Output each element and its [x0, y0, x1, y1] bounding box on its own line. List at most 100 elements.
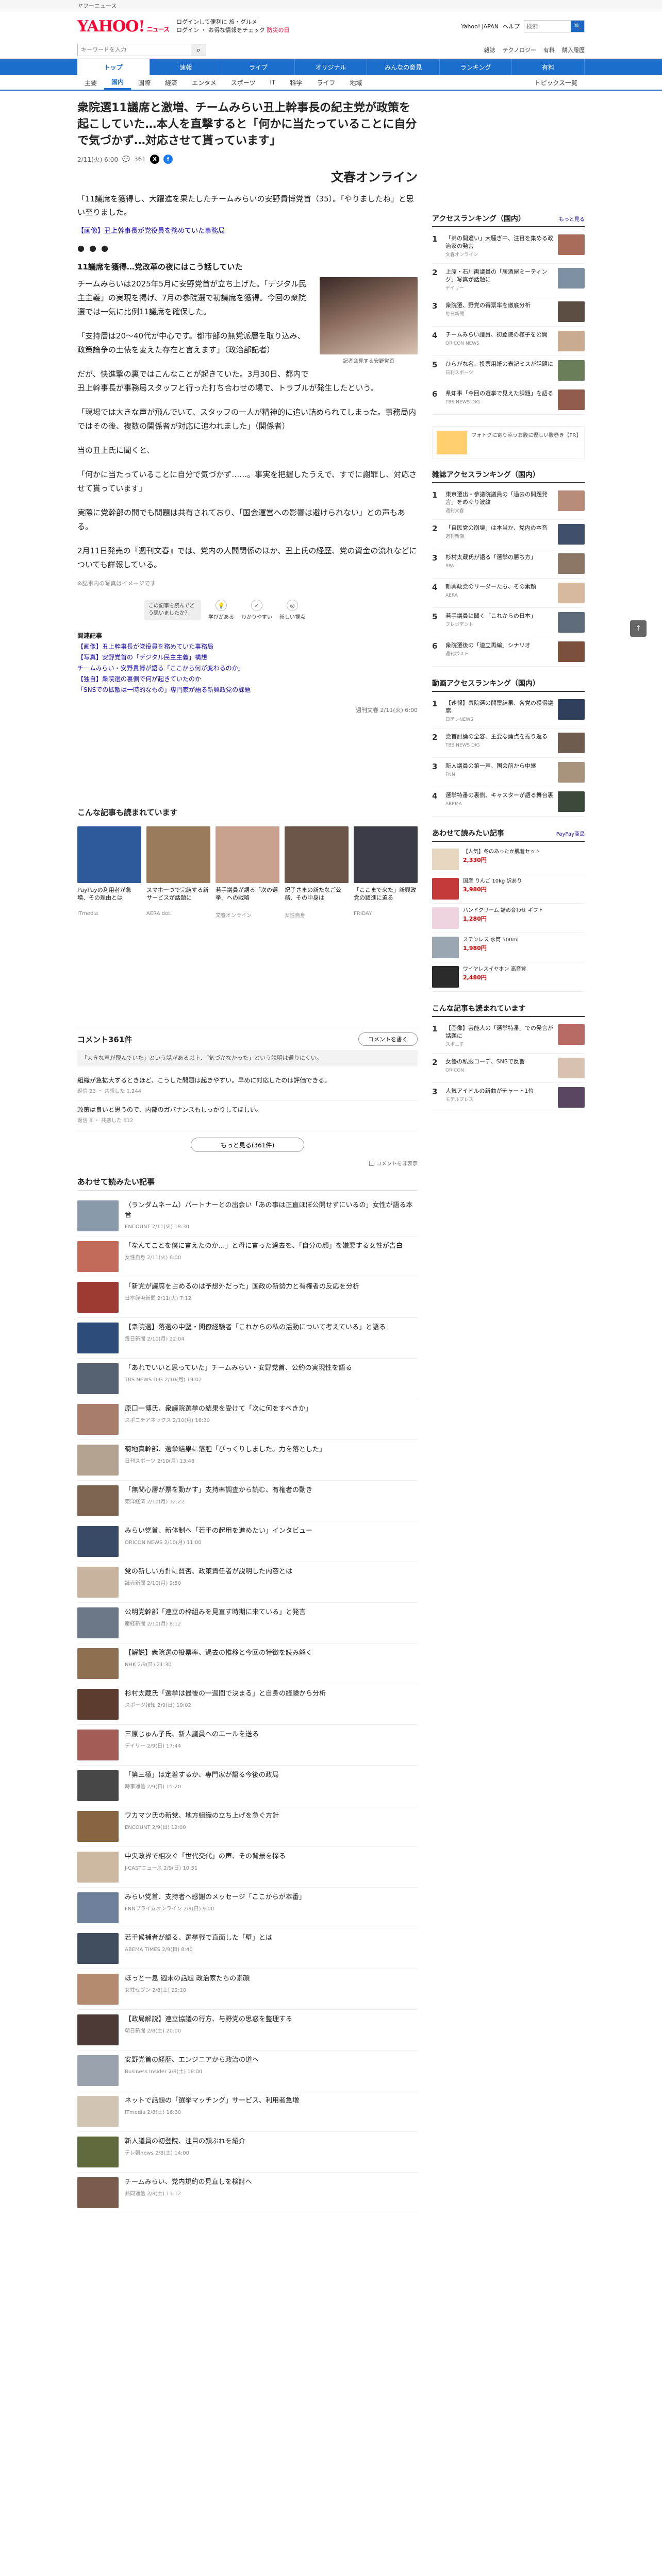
list-item[interactable]: 原口一博氏、衆議院選挙の結果を受けて「次に何をすべきか」 スポニチアネックス 2/…: [77, 1399, 418, 1440]
utility-link[interactable]: 雑誌: [484, 46, 495, 54]
shop-item[interactable]: ワイヤレスイヤホン 高音質 2,480円: [432, 962, 585, 992]
write-comment-button[interactable]: コメントを書く: [358, 1032, 418, 1046]
category-tab[interactable]: 国際: [131, 75, 158, 90]
list-item[interactable]: 菊地真幹部、選挙結果に落胆「びっくりしました。力を落とした」 日刊スポーツ 2/1…: [77, 1440, 418, 1481]
list-item[interactable]: 安野党首の経歴、エンジニアから政治の道へ Business Insider 2/8…: [77, 2050, 418, 2091]
ranking-item[interactable]: 4 チームみらい議員、初登院の様子を公開 ORICON NEWS: [432, 327, 585, 356]
ranking-item[interactable]: 1 「弟の間違い」大騒ぎ中、注目を集める政治家の発言 文春オンライン: [432, 230, 585, 264]
shop-item[interactable]: ステンレス 水筒 500ml 1,980円: [432, 933, 585, 962]
header-search-button[interactable]: 🔍: [571, 21, 584, 32]
article-card[interactable]: PayPayの利用者が急増、その理由とは ITmedia: [77, 826, 141, 919]
ranking-item[interactable]: 4 選挙特番の裏側、キャスターが語る舞台裏 ABEMA: [432, 787, 585, 817]
article-card[interactable]: スマホ一つで完結する新サービスが話題に AERA dot.: [146, 826, 210, 919]
list-item[interactable]: 杉村太蔵氏「選挙は最後の一週間で決まる」と自身の経験から分析 スポーツ報知 2/9…: [77, 1684, 418, 1725]
list-item[interactable]: チームみらい、党内規約の見直しを検討へ 共同通信 2/8(土) 11:12: [77, 2173, 418, 2213]
list-item[interactable]: 「なんてことを僕に言えたのか…」と母に言った過去を、「自分の顔」を嫌悪する女性が…: [77, 1236, 418, 1277]
comment-count[interactable]: 361: [134, 156, 146, 163]
ranking-item[interactable]: 6 県知事「今回の選挙で見えた課題」を語る TBS NEWS DIG: [432, 385, 585, 415]
list-item[interactable]: 中央政界で相次ぐ「世代交代」の声、その背景を探る J-CASTニュース 2/9(日…: [77, 1847, 418, 1888]
header-search-input[interactable]: [524, 21, 571, 32]
help-link[interactable]: ヘルプ: [503, 22, 520, 30]
list-item[interactable]: ネットで話題の「選挙マッチング」サービス、利用者急増 ITmedia 2/8(土)…: [77, 2091, 418, 2132]
ranking-item[interactable]: 3 新人議員の第一声、国会前から中継 FNN: [432, 758, 585, 787]
ranking-item[interactable]: 3 人気アイドルの新曲がチャート1位 モデルプレス: [432, 1083, 585, 1112]
publisher-logo[interactable]: 文春オンライン: [77, 167, 418, 185]
ranking-item[interactable]: 5 ひらがな名、投票用紙の表記ミスが話題に 日刊スポーツ: [432, 356, 585, 385]
ranking-item[interactable]: 2 「自民党の崩壊」は本当か、党内の本音 週刊新潮: [432, 520, 585, 549]
header-red-link[interactable]: 防災の日: [267, 27, 289, 33]
ranking-item[interactable]: 6 衆院選後の「連立再編」シナリオ 週刊ポスト: [432, 637, 585, 667]
list-item[interactable]: 【衆院選】落選の中堅・閣僚経験者「これからの私の活動について考えている」と語る毎…: [77, 1318, 418, 1359]
ranking-item[interactable]: 2 女優の私服コーデ、SNSで反響 ORICON: [432, 1054, 585, 1083]
ranking-item[interactable]: 1 【速報】衆院選の開票結果、各党の獲得議席 日テレNEWS: [432, 695, 585, 728]
related-link[interactable]: チームみらい・安野貴博が語る「ここから何が変わるのか」: [77, 663, 418, 674]
article-card[interactable]: 紀子さまの新たなご公務、その中身は 女性自身: [285, 826, 349, 919]
shop-item[interactable]: ハンドクリーム 詰め合わせ ギフト 1,280円: [432, 904, 585, 933]
header-link-line2[interactable]: ログイン ・ お得な情報をチェック: [176, 27, 265, 33]
category-tab[interactable]: 地域: [342, 75, 369, 90]
category-tab[interactable]: 主要: [77, 75, 104, 90]
list-item[interactable]: 三原じゅん子氏、新人議員へのエールを送る デイリー 2/9(日) 17:44: [77, 1725, 418, 1766]
list-item[interactable]: 新人議員の初登院、注目の顔ぶれを紹介 テレ朝news 2/8(土) 14:00: [77, 2132, 418, 2173]
list-item[interactable]: 【政局解説】連立協議の行方、与野党の思惑を整理する 朝日新聞 2/8(土) 20:…: [77, 2010, 418, 2050]
topics-list-link[interactable]: トピックス一覧: [527, 75, 585, 90]
nav-tab[interactable]: 有料: [512, 59, 585, 75]
ranking-item[interactable]: 3 衆院選、野党の得票率を徹底分析 毎日新聞: [432, 297, 585, 327]
nav-tab[interactable]: みんなの意見: [367, 59, 440, 75]
nav-tab[interactable]: オリジナル: [295, 59, 368, 75]
news-search-input[interactable]: [78, 44, 191, 56]
shop-item[interactable]: 国産 りんご 10kg 訳あり 3,980円: [432, 874, 585, 904]
facebook-share-icon[interactable]: f: [163, 155, 173, 164]
ranking-item[interactable]: 3 杉村太蔵氏が語る「選挙の勝ち方」 SPA!: [432, 549, 585, 579]
related-link[interactable]: 【画像】丑上幹事長が党役員を務めていた事務局: [77, 641, 418, 652]
checkbox-icon[interactable]: [369, 1160, 374, 1166]
list-item[interactable]: 【解説】衆院選の投票率、過去の推移と今回の特徴を読み解く NHK 2/9(日) 2…: [77, 1643, 418, 1684]
list-item[interactable]: 若手候補者が語る、選挙戦で直面した「壁」とは ABEMA TIMES 2/9(日)…: [77, 1928, 418, 1969]
more-comments-button[interactable]: もっと見る(361件): [191, 1138, 304, 1152]
article-photo[interactable]: [320, 277, 418, 354]
category-tab[interactable]: 経済: [158, 75, 185, 90]
related-link[interactable]: 【写真】安野党首の「デジタル民主主義」構想: [77, 652, 418, 663]
list-item[interactable]: 「無関心層が票を動かす」支持率調査から読む、有権者の動き 東洋経済 2/10(月)…: [77, 1481, 418, 1521]
search-icon[interactable]: ⌕: [191, 44, 206, 56]
list-item[interactable]: （ランダムネーム）パートナーとの出会い「あの事は正直ほぼ公開せずにいるの」女性が…: [77, 1196, 418, 1236]
ranking-item[interactable]: 1 【画像】芸能人の「選挙特番」での発言が話題に スポニチ: [432, 1020, 585, 1054]
category-tab[interactable]: IT: [262, 75, 283, 90]
list-item[interactable]: 公明党幹部「連立の枠組みを見直す時期に来ている」と発言 産経新聞 2/10(月) …: [77, 1603, 418, 1643]
category-tab[interactable]: エンタメ: [185, 75, 224, 90]
list-item[interactable]: みらい党首、支持者へ感謝のメッセージ「ここからが本番」 FNNプライムオンライン …: [77, 1888, 418, 1928]
header-link-line1[interactable]: ログインして便利に 旅・グルメ: [176, 18, 454, 26]
list-item[interactable]: 「第三極」は定着するか、専門家が語る今後の政局 時事通信 2/9(日) 15:20: [77, 1766, 418, 1806]
nav-tab[interactable]: ランキング: [440, 59, 512, 75]
article-card[interactable]: 「ここまで来た」新興政党の躍進に迫る FRIDAY: [354, 826, 418, 919]
list-item[interactable]: 党の新しい方針に賛否、政策責任者が説明した内容とは 読売新聞 2/10(月) 9:…: [77, 1562, 418, 1603]
shop-item[interactable]: 【人気】冬のあったか肌着セット 2,330円: [432, 845, 585, 874]
reaction-new[interactable]: ◎ 新しい視点: [279, 600, 305, 620]
access-more-link[interactable]: もっと見る: [559, 215, 585, 223]
nav-tab[interactable]: トップ: [77, 59, 150, 75]
yahoo-news-logo[interactable]: YAHOO! ニュース: [77, 18, 170, 36]
category-tab[interactable]: ライフ: [309, 75, 342, 90]
yahoo-japan-link[interactable]: Yahoo! JAPAN: [461, 23, 499, 30]
ranking-item[interactable]: 4 新興政党のリーダーたち、その素顔 AERA: [432, 579, 585, 608]
ranking-item[interactable]: 1 東京選出・参議院議員の「過去の問題発言」をめぐり波紋 週刊文春: [432, 486, 585, 520]
list-item[interactable]: みらい党首、新体制へ「若手の起用を進めたい」インタビュー ORICON NEWS …: [77, 1521, 418, 1562]
related-image-link[interactable]: 【画像】丑上幹事長が党役員を務めていた事務局: [77, 227, 225, 235]
nav-tab[interactable]: ライブ: [222, 59, 295, 75]
scroll-to-top-button[interactable]: ↑: [630, 620, 647, 637]
related-link[interactable]: 【独自】衆院選の裏側で何が起きていたのか: [77, 674, 418, 685]
ranking-item[interactable]: 5 若手議員に聞く「これからの日本」 プレジデント: [432, 608, 585, 637]
hide-comments-toggle[interactable]: コメントを非表示: [77, 1159, 418, 1167]
related-link[interactable]: 「SNSでの拡散は一時的なもの」専門家が語る新興政党の課題: [77, 685, 418, 696]
x-share-icon[interactable]: X: [150, 155, 159, 164]
article-card[interactable]: 若手議員が語る「次の選挙」への戦略 文春オンライン: [216, 826, 279, 919]
utility-link[interactable]: テクノロジー: [503, 46, 536, 54]
ranking-item[interactable]: 2 党首討論の全容、主要な論点を振り返る TBS NEWS DIG: [432, 728, 585, 758]
list-item[interactable]: ほっと一息 週末の話題 政治家たちの素顔 女性セブン 2/8(土) 22:10: [77, 1969, 418, 2010]
list-item[interactable]: 「新党が議席を占めるのは予想外だった」国政の新勢力と有権者の反応を分析 日本経済新…: [77, 1277, 418, 1318]
category-tab[interactable]: 国内: [104, 75, 131, 90]
category-tab[interactable]: スポーツ: [224, 75, 263, 90]
utility-link[interactable]: 購入履歴: [562, 46, 585, 54]
ranking-item[interactable]: 2 上原・石川両議員の「居酒屋ミーティング」写真が話題に デイリー: [432, 264, 585, 297]
reaction-learn[interactable]: 💡 学びがある: [208, 600, 234, 620]
